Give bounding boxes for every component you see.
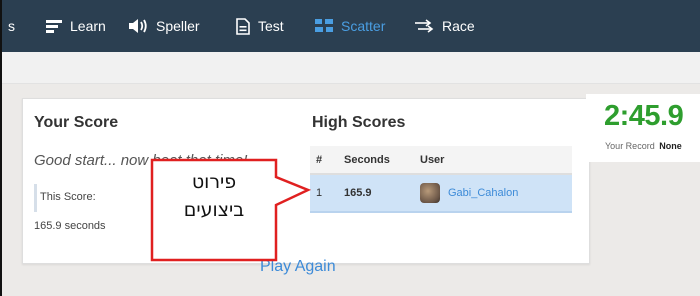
rank-cell: 1 — [310, 174, 338, 213]
nav-item-scatter[interactable]: Scatter — [315, 0, 385, 52]
learn-icon — [46, 20, 62, 33]
nav-item-race[interactable]: Race — [414, 0, 475, 52]
nav-item-test[interactable]: Test — [236, 0, 284, 52]
seconds-cell: 165.9 — [338, 174, 414, 213]
high-scores-table: # Seconds User 1 165.9 Gabi_Cahalon — [310, 146, 572, 213]
nav-item-race-label: Race — [442, 18, 475, 34]
play-again-button[interactable]: Play Again — [260, 258, 336, 276]
nav-item-speller-label: Speller — [156, 18, 200, 34]
nav-item-partial-label: s — [8, 18, 15, 34]
nav-item-test-label: Test — [258, 18, 284, 34]
scatter-icon — [315, 19, 333, 32]
column-header-seconds: Seconds — [338, 146, 414, 175]
table-row: 1 165.9 Gabi_Cahalon — [310, 174, 572, 213]
callout-text: פירוט ביצועים — [152, 168, 276, 224]
this-score-value: 165.9 seconds — [34, 220, 106, 232]
user-link[interactable]: Gabi_Cahalon — [448, 187, 518, 199]
record-time: 2:45.9 — [604, 100, 684, 132]
nav-item-learn[interactable]: Learn — [46, 0, 106, 52]
nav-item-speller[interactable]: Speller — [128, 0, 200, 52]
record-label-text: Your Record — [605, 141, 655, 151]
record-label: Your Record None — [605, 141, 682, 151]
score-message: Good start... now beat that time! — [34, 152, 248, 169]
high-scores-title: High Scores — [312, 114, 406, 131]
record-value: None — [659, 141, 682, 151]
top-navigation: s Learn Speller Test Scatter Race — [2, 0, 700, 52]
nav-item-learn-label: Learn — [70, 18, 106, 34]
sub-toolbar — [2, 52, 700, 84]
this-score-label: This Score: — [40, 191, 96, 203]
speaker-icon — [129, 19, 147, 33]
nav-item-scatter-label: Scatter — [341, 18, 386, 34]
column-header-rank: # — [310, 146, 338, 175]
callout-line-2: ביצועים — [183, 199, 245, 221]
callout-line-1: פירוט — [191, 171, 237, 193]
nav-item-partial[interactable]: s — [8, 0, 15, 52]
race-icon — [415, 19, 434, 33]
table-header-row: # Seconds User — [310, 146, 572, 175]
your-score-title: Your Score — [34, 114, 119, 131]
column-header-user: User — [414, 146, 572, 175]
test-icon — [236, 17, 250, 35]
user-cell: Gabi_Cahalon — [414, 174, 572, 213]
avatar — [420, 183, 440, 203]
